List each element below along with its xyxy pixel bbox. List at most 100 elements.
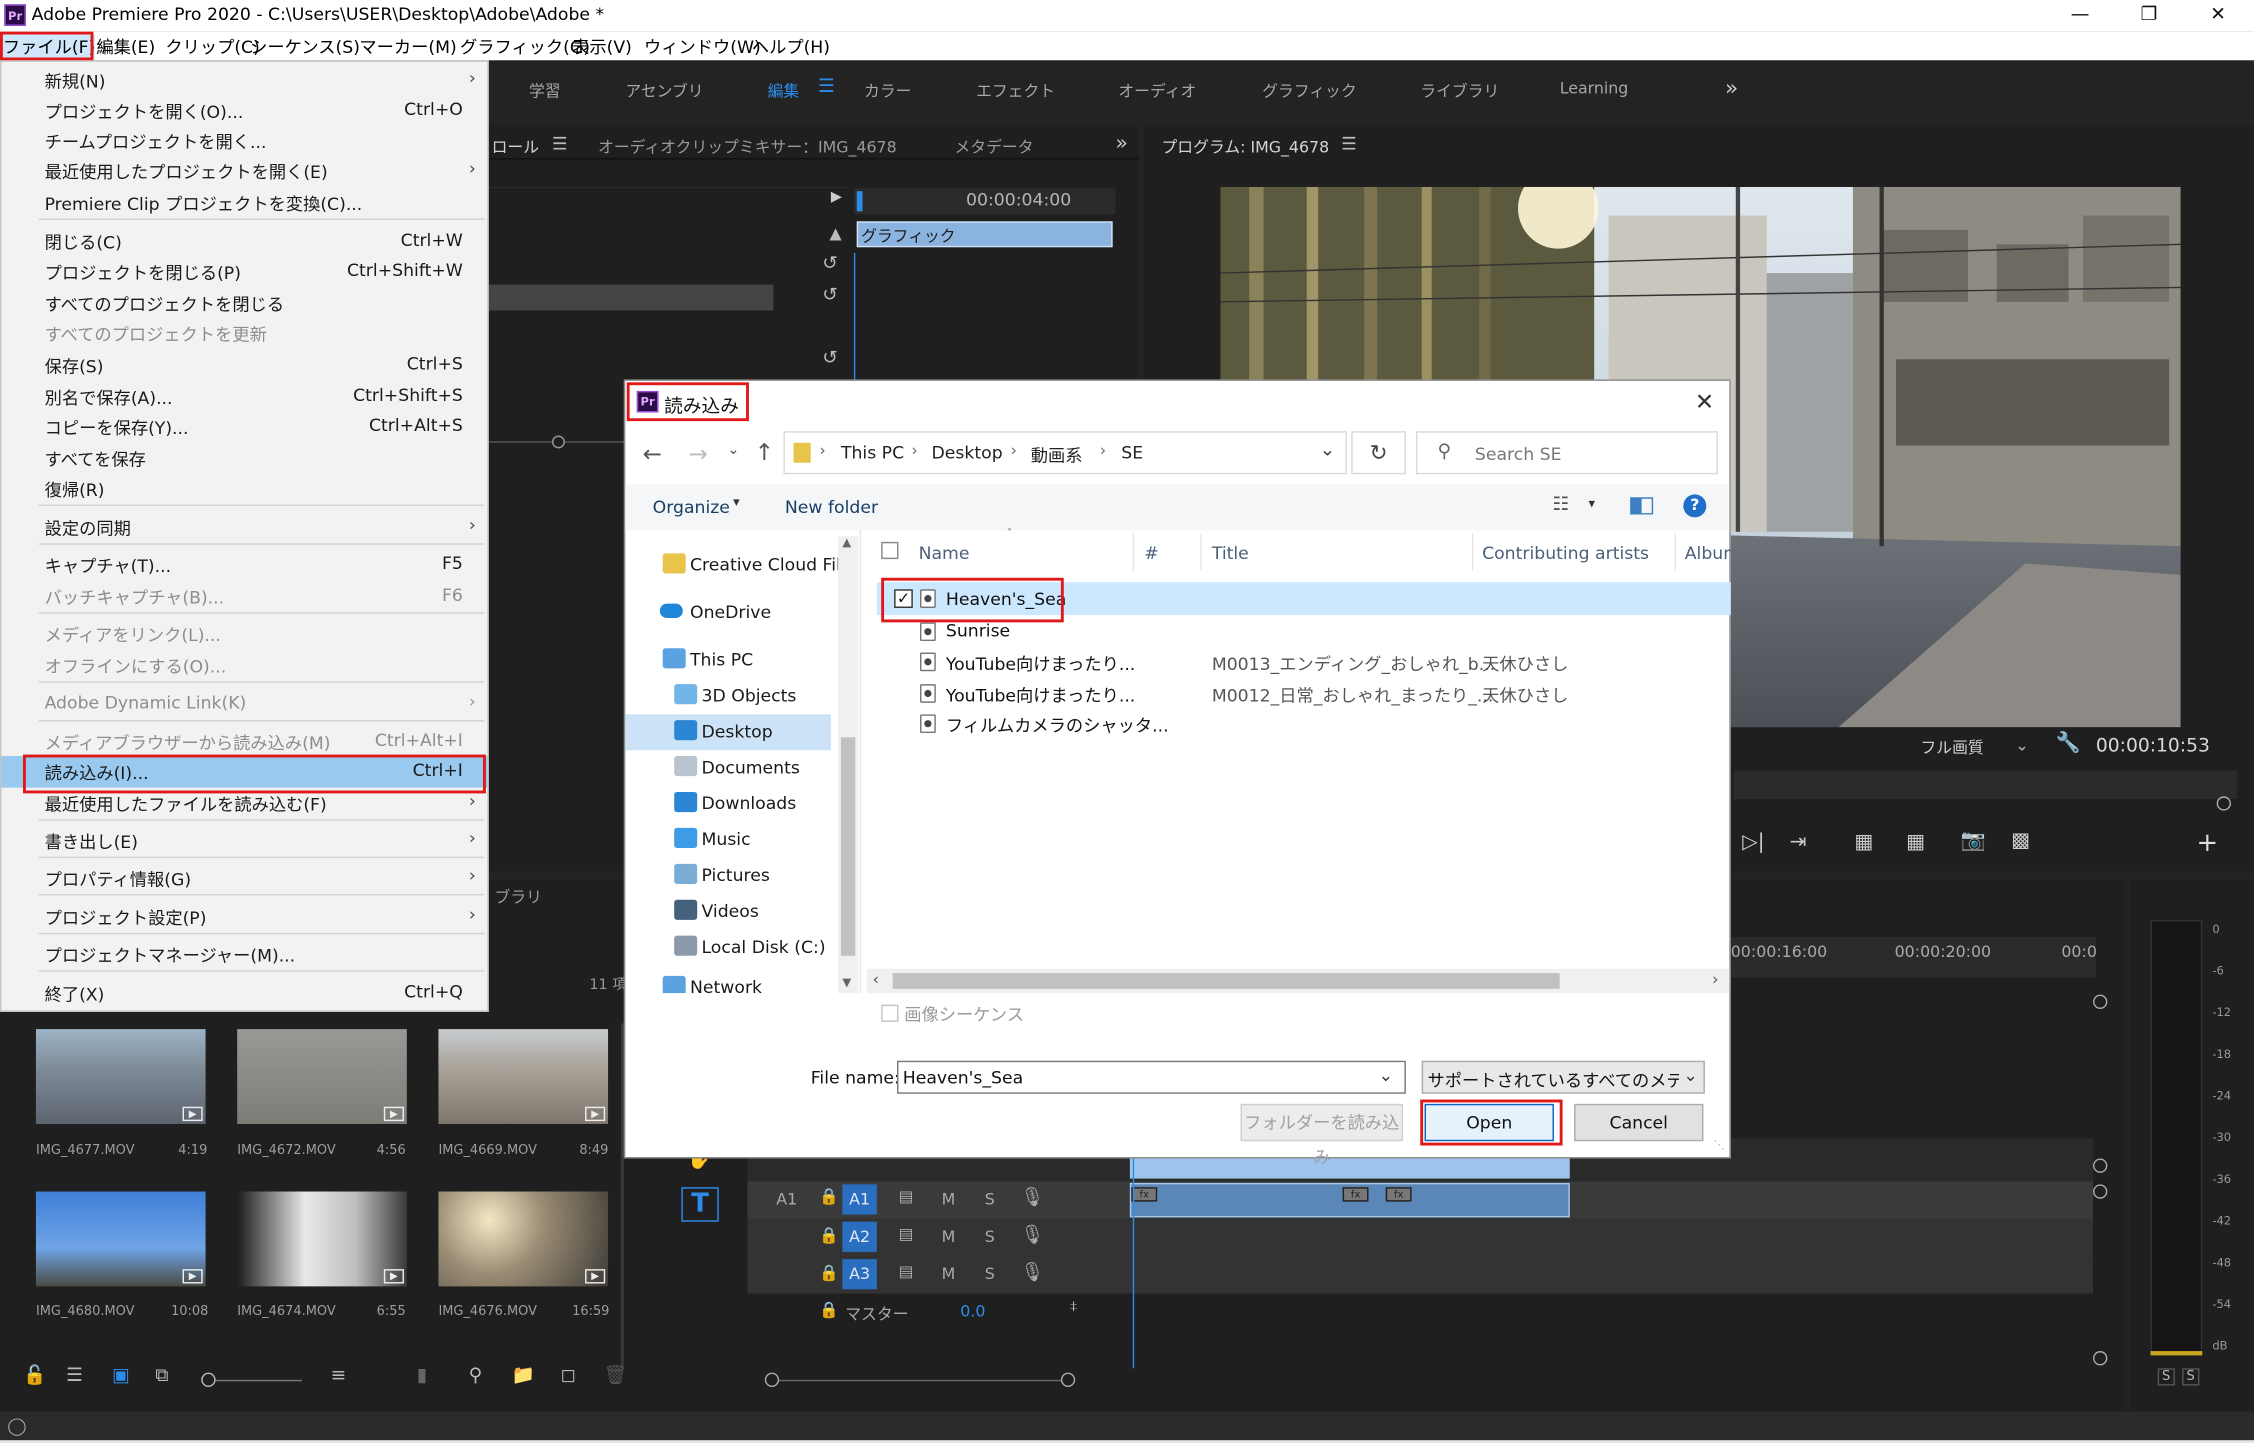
column-title[interactable]: Title: [1212, 543, 1249, 563]
file-name[interactable]: フィルムカメラのシャッタ...: [946, 713, 1169, 737]
menu-item-export[interactable]: 書き出し(E) ›: [1, 825, 487, 857]
scroll-handle[interactable]: [2093, 994, 2108, 1009]
close-icon[interactable]: ✕: [1695, 388, 1714, 415]
menu-item-properties[interactable]: プロパティ情報(G) ›: [1, 862, 487, 894]
help-icon[interactable]: ?: [1683, 494, 1707, 518]
solo-left-button[interactable]: S: [2157, 1368, 2175, 1386]
slider-handle[interactable]: [552, 435, 565, 449]
menu-item-open-project[interactable]: プロジェクトを開く(O)... Ctrl+O: [1, 95, 487, 127]
nav-3d-objects[interactable]: 3D Objects: [625, 678, 833, 714]
new-bin-icon[interactable]: 📁: [512, 1365, 535, 1387]
thumbnail-clip[interactable]: ▶: [35, 1029, 206, 1124]
scroll-handle[interactable]: [2093, 1351, 2108, 1366]
menu-edit[interactable]: 編集(E): [96, 34, 155, 58]
up-arrow-icon[interactable]: ↑: [755, 438, 774, 465]
nav-desktop[interactable]: Desktop: [625, 714, 831, 751]
track-a3-button[interactable]: A3: [842, 1259, 877, 1290]
reset-icon[interactable]: ↺: [822, 348, 838, 370]
type-tool-icon[interactable]: T: [681, 1187, 719, 1222]
breadcrumb-se[interactable]: SE: [1121, 443, 1143, 463]
workspace-learn[interactable]: 学習: [529, 79, 561, 102]
lock-icon[interactable]: 🔒: [819, 1226, 839, 1245]
nav-scrollbar[interactable]: ▲ ▼: [838, 536, 859, 994]
workspace-assembly[interactable]: アセンブリ: [625, 79, 703, 102]
column-album[interactable]: Album: [1685, 543, 1731, 563]
menu-item-convert-clip[interactable]: Premiere Clip プロジェクトを変換(C)...: [1, 187, 487, 219]
step-forward-icon[interactable]: ▷|: [1742, 831, 1764, 854]
zoom-handle-right[interactable]: [1060, 1372, 1076, 1387]
menu-item-close[interactable]: 閉じる(C) Ctrl+W: [1, 226, 487, 258]
zoom-slider-handle[interactable]: [201, 1372, 216, 1387]
forward-arrow-icon[interactable]: →: [689, 440, 708, 467]
filetype-select[interactable]: サポートされているすべてのメディア ⌄: [1421, 1060, 1705, 1094]
tab-libraries[interactable]: ブラリ: [495, 885, 542, 908]
close-window-button[interactable]: ✕: [2185, 0, 2251, 32]
thumbnail-clip[interactable]: ▶: [237, 1029, 407, 1124]
workspace-menu-icon[interactable]: ☰: [818, 76, 835, 98]
thumbnail-clip[interactable]: ▶: [35, 1191, 206, 1287]
extract-icon[interactable]: ▦: [1906, 831, 1925, 854]
menu-item-project-settings[interactable]: プロジェクト設定(P) ›: [1, 901, 487, 933]
lift-icon[interactable]: ▦: [1854, 831, 1873, 854]
chevron-down-icon[interactable]: ▾: [733, 496, 740, 510]
sync-lock-icon[interactable]: ▤: [898, 1187, 913, 1206]
quality-select[interactable]: フル画質: [1921, 736, 1984, 759]
scroll-handle[interactable]: [2093, 1184, 2108, 1199]
filename-input[interactable]: Heaven's_Sea ⌄: [897, 1060, 1406, 1094]
nav-videos[interactable]: Videos: [625, 894, 833, 930]
chevron-down-icon[interactable]: ⌄: [1320, 440, 1336, 462]
solo-button[interactable]: S: [985, 1227, 995, 1246]
minimize-button[interactable]: —: [2047, 0, 2113, 32]
tab-metadata[interactable]: メタデータ: [955, 135, 1034, 158]
tab-menu-icon[interactable]: ☰: [552, 134, 567, 154]
master-value[interactable]: 0.0: [960, 1302, 985, 1321]
maximize-button[interactable]: ❐: [2116, 0, 2182, 32]
zoom-handle[interactable]: [2216, 796, 2231, 811]
reset-icon[interactable]: ↺: [822, 253, 838, 275]
thumbnail-clip[interactable]: ▶: [438, 1029, 609, 1124]
menu-item-open-recent[interactable]: 最近使用したプロジェクトを開く(E) ›: [1, 155, 487, 187]
menu-marker[interactable]: マーカー(M): [359, 34, 456, 58]
recent-locations-icon[interactable]: ⌄: [727, 443, 739, 459]
menu-item-save-as[interactable]: 別名で保存(A)... Ctrl+Shift+S: [1, 381, 487, 413]
nav-downloads[interactable]: Downloads: [625, 786, 833, 822]
workspace-more-icon[interactable]: »: [1725, 75, 1738, 101]
play-triangle-icon[interactable]: ▶: [831, 190, 842, 206]
graphic-clip[interactable]: グラフィック: [856, 221, 1113, 248]
column-name[interactable]: Name: [919, 543, 970, 563]
menu-item-project-manager[interactable]: プロジェクトマネージャー(M)...: [1, 939, 487, 971]
mute-button[interactable]: M: [942, 1227, 956, 1246]
nav-this-pc[interactable]: This PC: [625, 642, 833, 678]
panel-more-icon[interactable]: »: [1116, 132, 1128, 155]
thumbnail-clip[interactable]: ▶: [237, 1191, 407, 1287]
tab-roll[interactable]: ロール: [492, 135, 539, 158]
menu-item-save[interactable]: 保存(S) Ctrl+S: [1, 349, 487, 381]
microphone-icon[interactable]: 🎙: [1021, 1187, 1045, 1209]
workspace-audio[interactable]: オーディオ: [1118, 79, 1196, 102]
menu-clip[interactable]: クリップ(C): [165, 34, 260, 58]
sync-lock-icon[interactable]: ▤: [898, 1225, 913, 1244]
workspace-graphics[interactable]: グラフィック: [1262, 79, 1357, 102]
chevron-down-icon[interactable]: ▾: [1588, 497, 1595, 511]
workspace-color[interactable]: カラー: [864, 79, 911, 102]
lock-icon[interactable]: 🔒: [819, 1263, 839, 1282]
playhead[interactable]: [856, 191, 863, 212]
workspace-libraries[interactable]: ライブラリ: [1420, 79, 1499, 102]
address-bar[interactable]: › This PC › Desktop › 動画系 › SE ⌄: [783, 431, 1347, 475]
menu-item-sync-settings[interactable]: 設定の同期 ›: [1, 512, 487, 544]
list-view-icon[interactable]: ☰: [66, 1365, 83, 1387]
menu-window[interactable]: ウィンドウ(W): [644, 34, 761, 58]
workspace-learning[interactable]: Learning: [1560, 79, 1629, 98]
solo-button[interactable]: S: [985, 1190, 995, 1209]
workspace-effects[interactable]: エフェクト: [976, 79, 1055, 102]
workspace-editing[interactable]: 編集: [768, 79, 800, 102]
menu-item-revert[interactable]: 復帰(R): [1, 473, 487, 505]
camera-icon[interactable]: 📷: [1961, 829, 1986, 852]
menu-item-close-all[interactable]: すべてのプロジェクトを閉じる: [1, 287, 487, 319]
column-number[interactable]: #: [1144, 543, 1158, 563]
automate-icon[interactable]: ▮: [417, 1365, 427, 1387]
add-button-icon[interactable]: +: [2197, 828, 2219, 858]
solo-right-button[interactable]: S: [2182, 1368, 2199, 1386]
menu-item-open-team-project[interactable]: チームプロジェクトを開く...: [1, 125, 487, 157]
nav-music[interactable]: Music: [625, 822, 833, 858]
